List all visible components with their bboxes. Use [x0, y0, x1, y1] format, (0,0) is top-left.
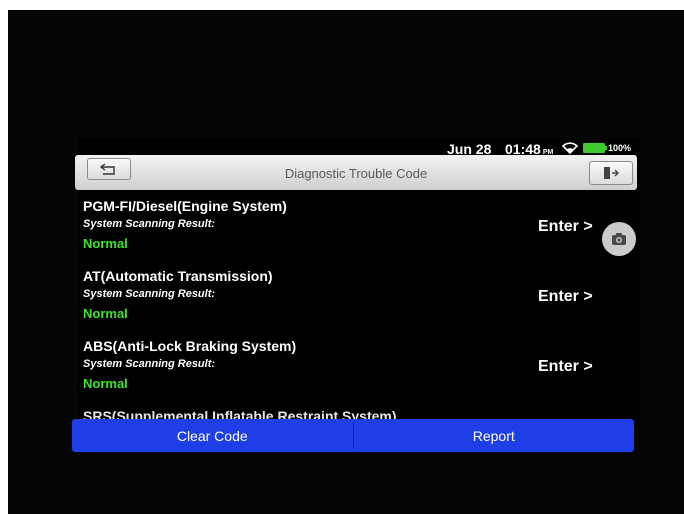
exit-door-icon — [604, 167, 619, 179]
clear-code-button[interactable]: Clear Code — [72, 419, 353, 452]
system-name: AT(Automatic Transmission) — [83, 268, 273, 284]
status-bar: Jun 28 01:48 PM 100% — [78, 138, 640, 157]
enter-button[interactable]: Enter > — [538, 358, 593, 376]
system-list: PGM-FI/Diesel(Engine System) System Scan… — [78, 190, 640, 420]
photo-frame: Jun 28 01:48 PM 100% Diagnostic Trouble C… — [8, 10, 684, 514]
enter-button[interactable]: Enter > — [538, 218, 593, 236]
page-title: Diagnostic Trouble Code — [284, 166, 428, 181]
wifi-icon — [562, 142, 578, 154]
battery-percent: 100% — [608, 143, 632, 153]
system-name: PGM-FI/Diesel(Engine System) — [83, 198, 287, 214]
enter-button[interactable]: Enter > — [538, 288, 593, 306]
report-button[interactable]: Report — [354, 419, 635, 452]
system-item-engine[interactable]: PGM-FI/Diesel(Engine System) System Scan… — [83, 190, 633, 260]
title-bar: Diagnostic Trouble Code — [75, 155, 637, 190]
action-bar: Clear Code Report — [72, 419, 634, 452]
system-item-transmission[interactable]: AT(Automatic Transmission) System Scanni… — [83, 260, 633, 330]
battery-icon — [583, 143, 607, 153]
screenshot-button[interactable] — [602, 222, 636, 256]
scan-result-status: Normal — [83, 306, 128, 321]
exit-button[interactable] — [589, 161, 633, 185]
scan-result-label: System Scanning Result: — [83, 358, 216, 370]
scan-result-status: Normal — [83, 236, 128, 251]
device-screen: Jun 28 01:48 PM 100% Diagnostic Trouble C… — [72, 138, 640, 452]
system-item-abs[interactable]: ABS(Anti-Lock Braking System) System Sca… — [83, 330, 633, 400]
camera-icon — [612, 233, 626, 245]
system-name: ABS(Anti-Lock Braking System) — [83, 338, 297, 354]
scan-result-label: System Scanning Result: — [83, 288, 216, 300]
system-item-srs[interactable]: SRS(Supplemental Inflatable Restraint Sy… — [83, 400, 633, 420]
scan-result-status: Normal — [83, 376, 128, 391]
scan-result-label: System Scanning Result: — [83, 218, 216, 230]
